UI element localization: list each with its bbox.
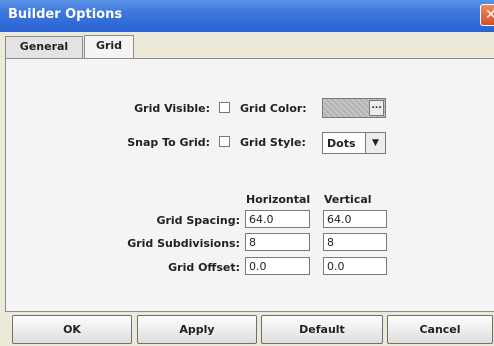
grid-subdivisions-horizontal-field[interactable]: 8 (245, 233, 310, 251)
grid-style-label: Grid Style: (240, 136, 306, 149)
grid-spacing-vertical-field[interactable]: 64.0 (323, 210, 387, 228)
ok-button[interactable]: OK (12, 315, 132, 344)
close-icon[interactable]: ✕ (480, 4, 494, 26)
horizontal-column-header: Horizontal (246, 193, 311, 206)
grid-offset-label: Grid Offset: (168, 261, 240, 274)
grid-style-select[interactable]: Dots ▼ (322, 132, 386, 154)
grid-spacing-horizontal-field[interactable]: 64.0 (245, 210, 310, 228)
grid-offset-horizontal-field[interactable]: 0.0 (245, 257, 310, 275)
grid-subdivisions-vertical-field[interactable]: 8 (323, 233, 387, 251)
chevron-down-icon[interactable]: ▼ (365, 133, 385, 153)
cancel-button[interactable]: Cancel (387, 315, 493, 344)
apply-button[interactable]: Apply (137, 315, 257, 344)
grid-style-value: Dots (327, 137, 356, 150)
grid-subdivisions-label: Grid Subdivisions: (127, 237, 240, 250)
title-bar: Builder Options ✕ (0, 0, 494, 32)
grid-color-chooser-button[interactable]: ... (369, 100, 384, 116)
grid-visible-label: Grid Visible: (134, 102, 210, 115)
grid-visible-checkbox[interactable] (219, 102, 230, 113)
window-title: Builder Options (8, 7, 123, 22)
vertical-column-header: Vertical (324, 193, 372, 206)
grid-color-swatch[interactable]: ... (322, 98, 386, 118)
tab-grid[interactable]: Grid (84, 35, 134, 59)
snap-to-grid-label: Snap To Grid: (127, 136, 210, 149)
grid-spacing-label: Grid Spacing: (156, 214, 240, 227)
grid-offset-vertical-field[interactable]: 0.0 (323, 257, 387, 275)
default-button[interactable]: Default (261, 315, 383, 344)
snap-to-grid-checkbox[interactable] (219, 136, 230, 147)
grid-color-label: Grid Color: (240, 102, 307, 115)
tab-general[interactable]: General (5, 36, 83, 58)
